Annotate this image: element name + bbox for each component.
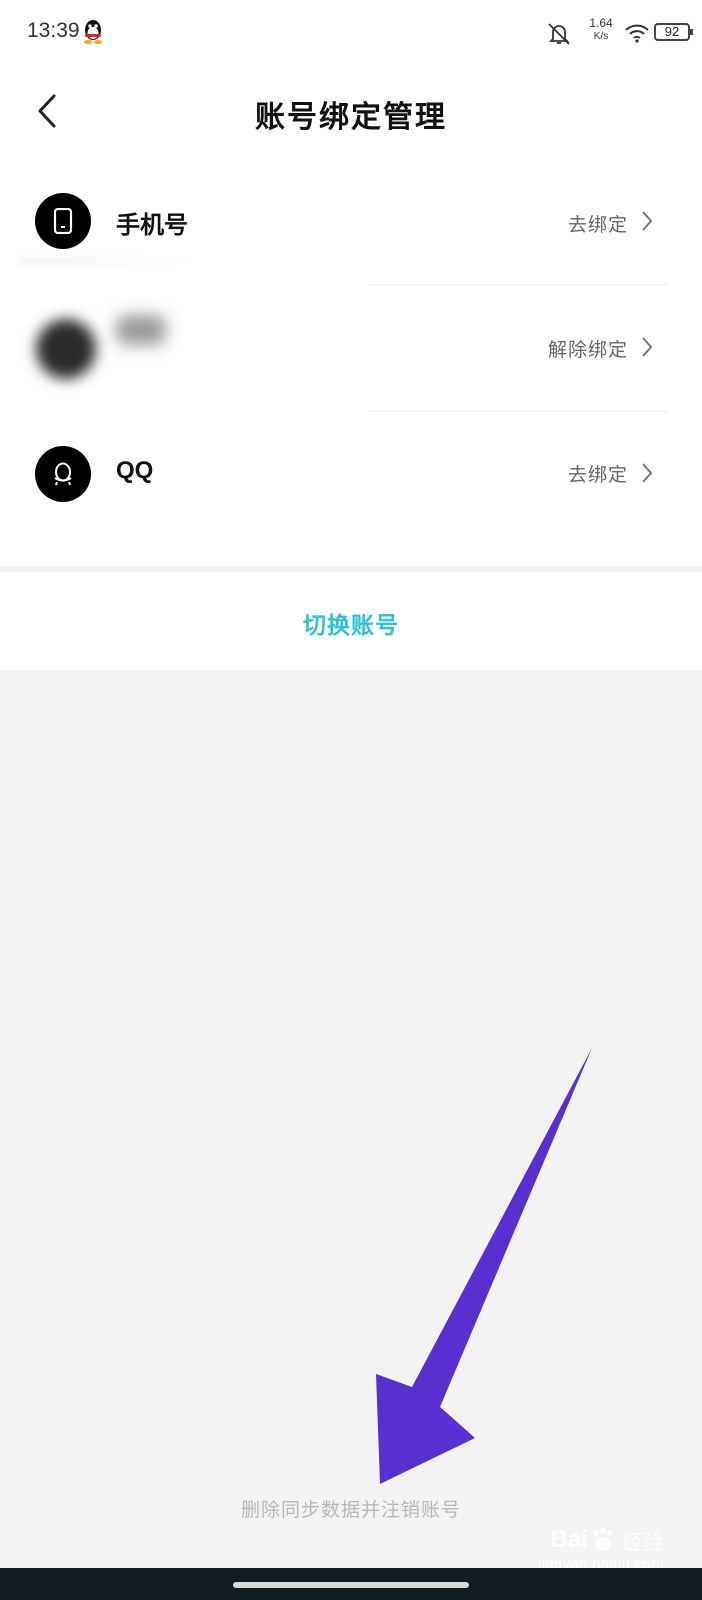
mute-bell-icon (548, 23, 570, 45)
net-speed: 1.64 K/s (584, 17, 618, 43)
switch-account-button[interactable]: 切换账号 (0, 572, 702, 670)
switch-account-label: 切换账号 (303, 613, 399, 639)
bind-action[interactable]: 去绑定 (568, 460, 628, 487)
net-speed-unit: K/s (593, 31, 609, 42)
chevron-right-icon (642, 337, 653, 357)
paw-icon (593, 1528, 613, 1551)
battery-icon: 92 (654, 23, 693, 41)
navigation-bar (0, 1568, 702, 1600)
status-time: 13:39 (27, 19, 80, 42)
bind-row-qq[interactable]: QQ 去绑定 (0, 412, 702, 538)
bind-row-label: QQ (116, 457, 154, 484)
status-bar: 13:39 1.64 K/s 92 (0, 0, 702, 66)
watermark-brand: Bai (550, 1526, 588, 1553)
annotation-arrow-icon (376, 1048, 592, 1484)
home-indicator[interactable] (233, 1582, 469, 1588)
blurred-name (116, 315, 166, 345)
net-speed-value: 1.64 (589, 16, 613, 30)
chevron-right-icon (642, 463, 653, 483)
qq-icon (35, 446, 91, 502)
bind-row-phone[interactable]: 手机号 去绑定 (0, 158, 702, 284)
wifi-icon (625, 24, 649, 43)
blurred-avatar (36, 319, 96, 379)
bind-action[interactable]: 去绑定 (568, 210, 628, 237)
row-shadow (20, 258, 200, 264)
qq-icon (84, 20, 102, 44)
bind-row-label: 手机号 (116, 211, 188, 239)
header: 账号绑定管理 (0, 66, 702, 158)
watermark-brand-cn: 经验 (622, 1529, 662, 1554)
chevron-right-icon (642, 211, 653, 231)
phone-icon (35, 193, 91, 249)
page-title: 账号绑定管理 (255, 100, 447, 135)
bind-row-redacted[interactable]: 解除绑定 (0, 285, 702, 411)
bind-list: 手机号 去绑定 解除绑定 QQ 去绑定 (0, 158, 702, 566)
unbind-action[interactable]: 解除绑定 (548, 335, 628, 362)
